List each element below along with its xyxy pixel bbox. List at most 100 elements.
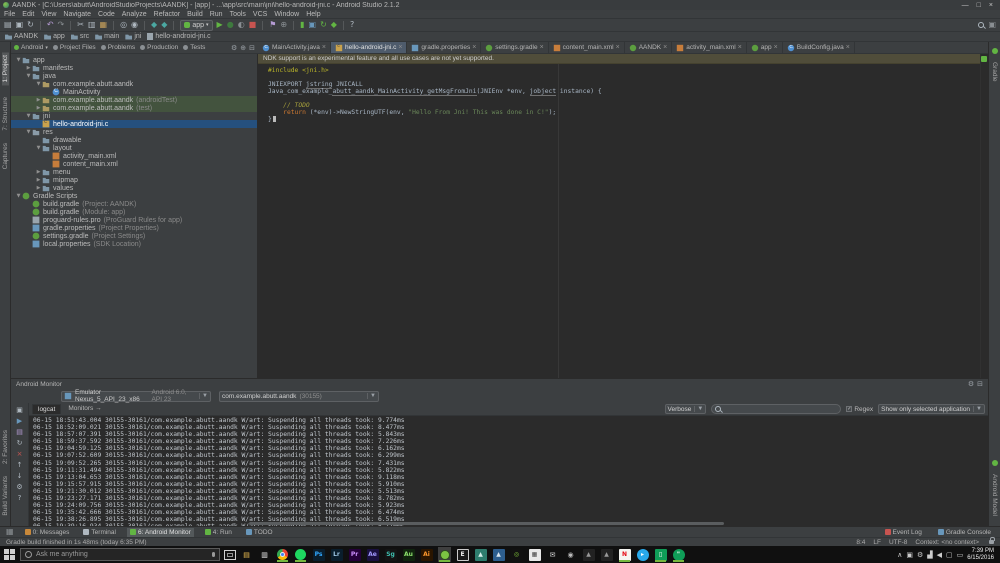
close-icon[interactable]: × [540,44,544,51]
windows-store-icon[interactable]: ▥ [258,547,271,562]
menu-help[interactable]: Help [306,11,320,18]
editor-scrollbar[interactable] [980,54,988,378]
redo-icon[interactable]: ↷ [58,21,65,29]
context-indicator[interactable]: Context: <no context> [915,539,979,546]
find-icon[interactable]: ◎ [120,21,127,29]
hangouts-door-icon[interactable]: ▯ [654,547,667,562]
menu-code[interactable]: Code [98,11,115,18]
undo-icon[interactable]: ↶ [47,21,54,29]
log-line[interactable]: 06-15 19:07:52.609 30155-30161/com.examp… [33,452,988,459]
tree-item-build-gradle[interactable]: build.gradle(Project: AANDK) [11,200,257,208]
logcat-horizontal-scrollbar[interactable] [249,522,724,525]
log-line[interactable]: 06-15 19:35:42.666 30155-30161/com.examp… [33,509,988,516]
breadcrumb-aandk[interactable]: AANDK [5,33,38,40]
locate-file-icon[interactable]: ⊕ [240,44,246,52]
log-filter-selector[interactable]: Show only selected application ▼ [878,404,985,414]
screenshot-camera-icon[interactable]: ▣ [16,406,23,414]
after-effects-icon[interactable]: Ae [366,547,379,562]
start-button[interactable] [2,548,16,562]
expanded-arrow-icon[interactable]: ▼ [15,57,22,63]
tree-item-gradle-properties[interactable]: gradle.properties(Project Properties) [11,224,257,232]
photos-blue-icon[interactable]: ▲ [492,547,505,562]
tool-button-build-variants[interactable]: Build Variants [2,476,9,516]
help-icon[interactable]: ? [350,21,354,29]
breadcrumb-jni[interactable]: jni [125,33,141,40]
tree-item-java[interactable]: ▼java [11,72,257,80]
tree-item-jni[interactable]: ▼jni [11,112,257,120]
photos-peaks-icon[interactable]: ▲ [582,547,595,562]
premiere-icon[interactable]: Pr [348,547,361,562]
tool-button-7-structure[interactable]: 7: Structure [2,97,9,131]
back-icon[interactable]: ◆ [151,21,157,29]
avd-manager-icon[interactable]: ▮ [300,21,304,29]
editor-tab-content-main-xml[interactable]: content_main.xml× [549,42,625,53]
microphone-icon[interactable] [212,552,215,557]
breadcrumb-main[interactable]: main [95,33,119,40]
code-area[interactable]: #include <jni.h> JNIEXPORT jstring JNICA… [258,64,988,378]
editor-tab-hello-android-jni-c[interactable]: hello-android-jni.c× [331,42,407,53]
scope-tab-problems[interactable]: Problems [101,44,135,51]
editor-tab-aandk[interactable]: AANDK× [625,42,673,53]
tree-item-proguard-rules-pro[interactable]: proguard-rules.pro(ProGuard Rules for ap… [11,216,257,224]
caret-position[interactable]: 8:4 [856,539,865,546]
close-icon[interactable]: × [322,44,326,51]
tool-window-button-0-messages[interactable]: 0: Messages [22,528,73,537]
tree-item-com-example-abutt-aandk[interactable]: ▶com.example.abutt.aandk(test) [11,104,257,112]
collapsed-arrow-icon[interactable]: ▶ [35,105,42,111]
screen-record-icon[interactable]: ▶ [17,417,22,425]
tree-item-activity-main-xml[interactable]: activity_main.xml [11,152,257,160]
log-line[interactable]: 06-15 19:23:27.171 30155-30161/com.examp… [33,495,988,502]
tray-chevron-up-icon[interactable]: ∧ [897,551,902,559]
minimize-button[interactable]: — [962,2,969,9]
lock-icon[interactable] [989,540,994,544]
down-stack-trace-icon[interactable]: ↓ [17,472,23,480]
tool-window-button-gradle-console[interactable]: Gradle Console [935,528,994,537]
menu-file[interactable]: File [4,11,15,18]
code-line[interactable]: // TODO [268,102,988,109]
netflix-icon[interactable]: N [618,547,631,562]
mail-icon[interactable]: ✉ [546,547,559,562]
monitor-hide-icon[interactable]: ⊟ [977,380,983,388]
tray-keyboard-icon[interactable]: ▭ [957,551,964,559]
project-view-selector[interactable]: Android ▾ [14,44,48,51]
attach-debugger-icon[interactable]: ⊕ [280,21,287,29]
expanded-arrow-icon[interactable]: ▼ [35,81,42,87]
process-selector[interactable]: com.example.abutt.aandk (30155) ▼ [219,391,379,402]
logcat-output[interactable]: 06-15 18:51:43.004 30155-30161/com.examp… [29,416,988,526]
menu-vcs[interactable]: VCS [253,11,267,18]
tray-volume-icon[interactable]: ◀ [937,551,942,559]
up-stack-trace-icon[interactable]: ↑ [17,461,23,469]
toolbar-misc-icon[interactable]: ▣ [988,21,996,29]
menu-analyze[interactable]: Analyze [122,11,147,18]
code-line[interactable]: } [268,116,988,123]
speedgrade-icon[interactable]: Sg [384,547,397,562]
hangouts-bubble-icon[interactable]: " [672,547,685,562]
tree-item-com-example-abutt-aandk[interactable]: ▼com.example.abutt.aandk [11,80,257,88]
close-icon[interactable]: × [398,44,402,51]
obs-icon[interactable]: ◎ [510,547,523,562]
run-config-selector[interactable]: app▾ [180,20,212,31]
line-ending-indicator[interactable]: LF [873,539,881,546]
tool-button-gradle[interactable]: Gradle [991,62,998,82]
tree-item-app[interactable]: ▼app [11,56,257,64]
tree-item-build-gradle[interactable]: build.gradle(Module: app) [11,208,257,216]
tree-item-res[interactable]: ▼res [11,128,257,136]
debug-icon[interactable]: ● [227,21,234,29]
editor-tab-buildconfig-java[interactable]: BuildConfig.java× [783,42,855,53]
log-line[interactable]: 06-15 18:59:37.592 30155-30161/com.examp… [33,438,988,445]
collapsed-arrow-icon[interactable]: ▶ [25,65,32,71]
stop-icon[interactable]: ■ [249,21,257,29]
tool-button-android-model[interactable]: Android Model [991,474,998,516]
audition-icon[interactable]: Au [402,547,415,562]
log-line[interactable]: 06-15 19:09:52.265 30155-30161/com.examp… [33,460,988,467]
close-icon[interactable]: × [738,44,742,51]
terminate-app-icon[interactable]: × [17,450,23,458]
tool-window-button-todo[interactable]: TODO [243,528,276,537]
log-line[interactable]: 06-15 19:21:30.012 30155-30161/com.examp… [33,488,988,495]
menu-run[interactable]: Run [210,11,223,18]
close-icon[interactable]: × [846,44,850,51]
tool-window-button-4-run[interactable]: 4: Run [202,528,235,537]
log-line[interactable]: 06-15 19:13:04.653 30155-30161/com.examp… [33,474,988,481]
close-icon[interactable]: × [663,44,667,51]
replace-icon[interactable]: ◉ [131,21,138,29]
